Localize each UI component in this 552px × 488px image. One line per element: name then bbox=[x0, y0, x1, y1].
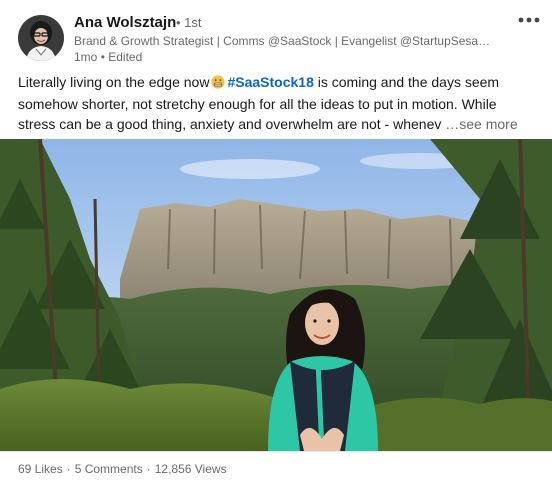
separator-dot: · bbox=[66, 462, 71, 476]
post-text-segment: stress can be a good thing, anxiety and … bbox=[18, 116, 442, 132]
views-count[interactable]: 12,856 Views bbox=[155, 462, 227, 476]
comments-count[interactable]: 5 Comments bbox=[75, 462, 143, 476]
grimacing-face-emoji-icon bbox=[211, 74, 226, 94]
post-timestamp[interactable]: 1mo bbox=[74, 50, 97, 64]
feed-post-card: Ana Wolsztajn • 1st Brand & Growth Strat… bbox=[0, 0, 552, 488]
author-headline: Brand & Growth Strategist | Comms @SaaSt… bbox=[74, 34, 491, 48]
post-text-line-1: Literally living on the edge now #SaaStoc… bbox=[18, 72, 542, 94]
post-options-button[interactable] bbox=[516, 10, 542, 30]
author-name[interactable]: Ana Wolsztajn bbox=[74, 14, 176, 31]
likes-count[interactable]: 69 Likes bbox=[18, 462, 63, 476]
separator-dot: · bbox=[146, 462, 151, 476]
social-counts-bar: 69 Likes · 5 Comments · 12,856 Views bbox=[18, 462, 227, 476]
more-horizontal-icon bbox=[518, 17, 540, 23]
hashtag-link[interactable]: #SaaStock18 bbox=[227, 74, 313, 90]
post-text-line-3: stress can be a good thing, anxiety and … bbox=[18, 114, 542, 134]
post-text-segment: is coming and the days seem bbox=[317, 74, 500, 90]
post-meta: 1mo • Edited bbox=[74, 50, 142, 64]
forest-cliff-photo bbox=[0, 139, 552, 451]
post-text-segment: Literally living on the edge now bbox=[18, 74, 210, 90]
footer-divider bbox=[0, 451, 552, 452]
connection-degree: • 1st bbox=[176, 15, 202, 30]
see-more-link[interactable]: …see more bbox=[445, 116, 517, 132]
author-avatar[interactable] bbox=[18, 15, 64, 61]
post-body-text: Literally living on the edge now #SaaStoc… bbox=[18, 72, 542, 134]
edited-label: • Edited bbox=[100, 50, 143, 64]
post-text-line-2: somehow shorter, not stretchy enough for… bbox=[18, 96, 497, 112]
post-video-thumbnail[interactable] bbox=[0, 139, 552, 451]
avatar-photo bbox=[18, 15, 64, 61]
